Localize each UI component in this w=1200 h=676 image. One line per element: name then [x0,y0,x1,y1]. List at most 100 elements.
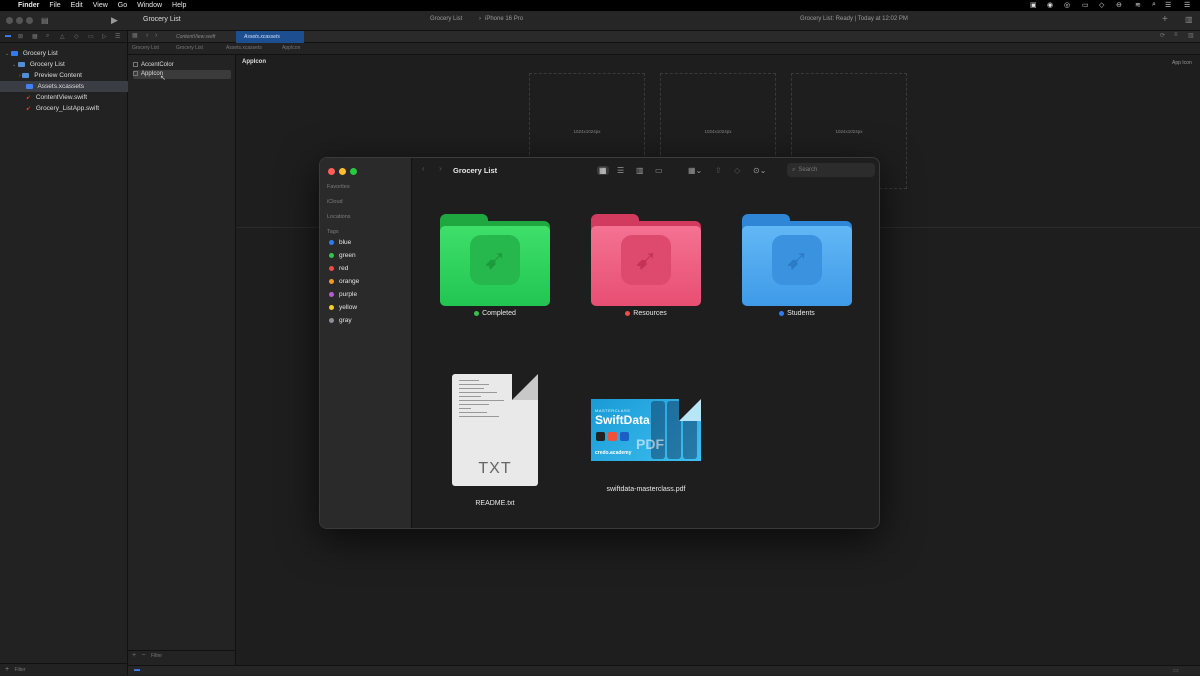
search-field[interactable]: ⌕ Search [787,163,875,177]
control-center-icon[interactable]: ☰ [1165,1,1171,9]
adjust-editor-icon[interactable]: ≡ [1174,32,1178,38]
run-button[interactable]: ▶ [111,15,118,26]
sidebar-section-icloud[interactable]: iCloud [327,199,343,205]
back-icon[interactable]: ‹ [146,32,148,39]
breakpoint-icon[interactable]: ▷ [102,33,107,40]
close-window-icon[interactable] [328,168,335,175]
asset-catalog-icon [26,83,33,89]
breadcrumb-assets[interactable]: Assets.xcassets [226,45,262,51]
menu-window[interactable]: Window [137,2,162,9]
tag-blue[interactable]: blue [329,238,351,248]
menu-go[interactable]: Go [118,2,127,9]
sidebar-toggle-icon[interactable]: ▤ [41,16,49,25]
asset-filter-input[interactable]: Filter [151,653,162,659]
menu-edit[interactable]: Edit [71,2,83,9]
nav-item-project[interactable]: ⌄ Grocery List [0,48,128,59]
share-icon[interactable]: ⇪ [715,166,722,175]
breadcrumb-appicon[interactable]: AppIcon [282,45,300,51]
file-item-readme[interactable]: TXT README.txt [435,374,555,507]
folder-item-resources[interactable]: ➹ Resources [586,214,706,317]
tag-purple[interactable]: purple [329,290,357,300]
debug-toggle-icon[interactable]: ▬ [134,667,140,673]
folder-icon[interactable]: ▬ [5,33,11,39]
close-window-icon[interactable] [6,17,13,24]
test-icon[interactable]: ◇ [74,33,79,40]
destination-selector[interactable]: iPhone 16 Pro [485,16,523,22]
dropbox-icon[interactable]: ◇ [1099,1,1104,9]
timer-icon[interactable]: ⊖ [1116,1,1122,9]
minimize-window-icon[interactable] [16,17,23,24]
tag-green[interactable]: green [329,251,356,261]
remove-asset-icon[interactable]: − [141,652,145,659]
sidebar-section-tags[interactable]: Tags [327,229,339,235]
refresh-icon[interactable]: ⟳ [1160,32,1165,39]
forward-icon[interactable]: › [155,32,157,39]
navigator-filter-input[interactable]: Filter [14,667,25,673]
nav-item-assets[interactable]: Assets.xcassets [0,81,128,92]
swift-bird-icon: ➹ [470,235,520,285]
menu-file[interactable]: File [49,2,60,9]
zoom-window-icon[interactable] [350,168,357,175]
nav-item-group[interactable]: ⌄ Grocery List [0,59,128,70]
project-title: Grocery List [143,16,181,23]
menu-extra-icon[interactable]: ▣ [1030,1,1037,9]
column-view-icon[interactable]: ▥ [636,166,644,175]
group-by-icon[interactable]: ▦⌄ [688,166,702,175]
scheme-selector[interactable]: Grocery List [430,16,462,22]
gallery-view-icon[interactable]: ▭ [655,166,663,175]
add-asset-icon[interactable]: + [132,652,136,659]
folder-item-completed[interactable]: ➹ Completed [435,214,555,317]
notification-center-icon[interactable]: ☰ [1184,1,1190,9]
folder-item-students[interactable]: ➹ Students [737,214,857,317]
nav-item-preview-content[interactable]: › Preview Content [0,70,128,81]
sidebar-section-favorites[interactable]: Favorites [327,184,350,190]
finder-sidebar: Favorites iCloud Locations Tags blue gre… [320,158,412,528]
tag-icon[interactable]: ◇ [734,166,740,175]
zoom-window-icon[interactable] [26,17,33,24]
recording-icon[interactable]: ◉ [1047,1,1053,9]
tag-yellow[interactable]: yellow [329,303,357,313]
swift-file-icon: ➹ [26,95,32,101]
menu-extra-icon[interactable]: ◎ [1064,1,1070,9]
back-icon[interactable]: ‹ [422,164,425,173]
camera-icon[interactable]: ▭ [1082,1,1089,9]
search-icon[interactable]: ⌕ [1152,1,1156,9]
symbol-icon[interactable]: ▦ [32,33,38,40]
breadcrumb-project[interactable]: Grocery List [132,45,159,51]
tag-gray[interactable]: gray [329,316,352,326]
menu-view[interactable]: View [93,2,108,9]
folder-icon: ➹ [591,214,701,306]
nav-item-app[interactable]: ➹ Grocery_ListApp.swift [0,103,128,114]
menu-app-name[interactable]: Finder [18,2,39,9]
menu-help[interactable]: Help [172,2,186,9]
issue-icon[interactable]: △ [60,33,65,40]
grid-icon[interactable]: ▦ [132,32,138,39]
add-file-icon[interactable]: + [5,666,9,673]
file-item-pdf[interactable]: MASTERCLASS SwiftData credo.academy PDF … [586,374,706,493]
tab-assets[interactable]: Assets.xcassets [236,31,304,43]
icon-view-icon[interactable]: ▦ [597,166,609,175]
tag-dot-icon [779,311,785,316]
report-icon[interactable]: ☰ [115,33,120,40]
minimize-window-icon[interactable] [339,168,346,175]
add-icon[interactable]: + [1162,14,1168,25]
console-toggle-icon[interactable]: ▭ [1173,667,1179,674]
sidebar-section-locations[interactable]: Locations [327,214,351,220]
forward-icon[interactable]: › [439,164,442,173]
tab-contentview[interactable]: ContentView.swift [168,31,223,43]
tag-red[interactable]: red [329,264,348,274]
nav-item-contentview[interactable]: ➹ ContentView.swift [0,92,128,103]
folder-label: Completed [482,310,516,317]
asset-item-accentcolor[interactable]: AccentColor [133,61,231,70]
tag-orange[interactable]: orange [329,277,359,287]
inspector-toggle-icon[interactable]: ▥ [1185,15,1193,24]
debug-icon[interactable]: ▭ [88,33,94,40]
split-editor-icon[interactable]: ▥ [1188,32,1194,39]
wifi-icon[interactable]: ≋ [1135,1,1141,9]
asset-item-appicon[interactable]: AppIcon [133,70,231,79]
find-icon[interactable]: ⌕ [46,33,49,40]
more-actions-icon[interactable]: ⊙⌄ [753,166,766,175]
breadcrumb-group[interactable]: Grocery List [176,45,203,51]
list-view-icon[interactable]: ☰ [617,166,624,175]
source-control-icon[interactable]: ⊠ [18,33,23,40]
